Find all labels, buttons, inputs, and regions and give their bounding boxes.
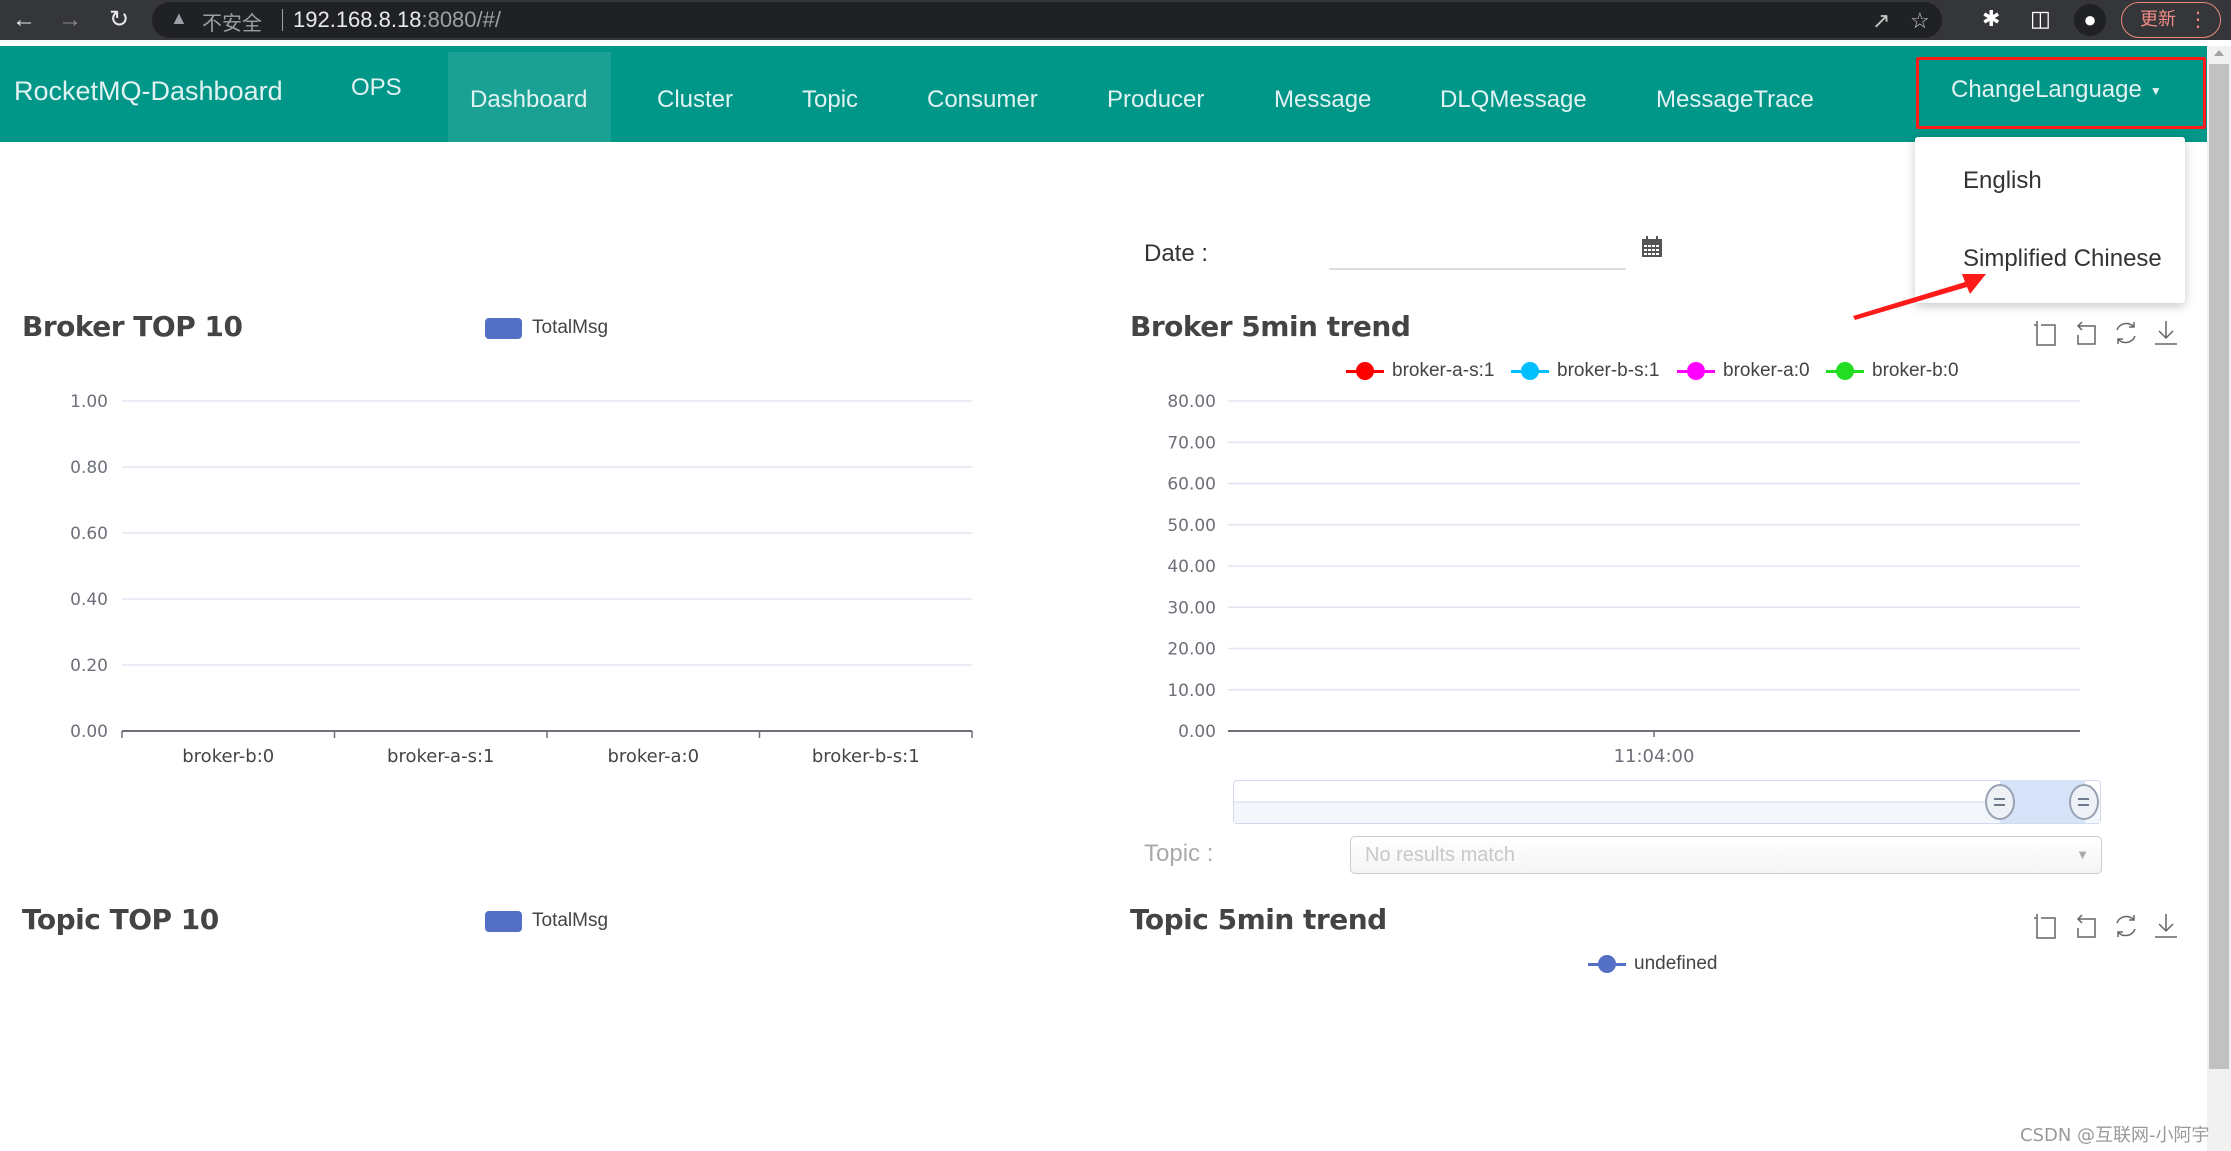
scrollbar-thumb[interactable] [2209, 64, 2229, 1069]
save-image-icon[interactable] [2153, 320, 2179, 346]
y-tick-label: 1.00 [70, 392, 108, 412]
topic-top10-title: Topic TOP 10 [22, 903, 219, 936]
restore-icon[interactable] [2113, 320, 2139, 346]
change-language-label: ChangeLanguage [1951, 76, 2142, 103]
save-image-icon[interactable] [2153, 913, 2179, 939]
zoom-icon[interactable] [2033, 913, 2059, 939]
x-tick-label: broker-b-s:1 [812, 746, 920, 767]
legend-swatch-icon [485, 910, 522, 932]
y-tick-label: 0.60 [70, 524, 108, 544]
y-tick-label: 60.00 [1167, 475, 1216, 495]
legend-swatch-icon [485, 317, 522, 339]
back-icon[interactable]: ← [8, 4, 40, 36]
legend-item[interactable]: TotalMsg [485, 317, 608, 339]
date-label: Date : [1144, 240, 1209, 267]
x-tick-label: broker-b:0 [182, 746, 274, 767]
broker-trend-toolbox [2033, 320, 2179, 346]
legend-label: TotalMsg [532, 317, 609, 338]
brand-logo[interactable]: RocketMQ-Dashboard [14, 76, 283, 107]
legend-label: TotalMsg [532, 910, 609, 931]
y-tick-label: 0.00 [1178, 722, 1216, 742]
navbar: RocketMQ-Dashboard OPS Dashboard Cluster… [0, 46, 2207, 142]
nav-messagetrace[interactable]: MessageTrace [1634, 52, 1836, 142]
broker-top10-chart: 0.00 0.20 0.40 0.60 0.80 1.00 broker-b:0 broker… [70, 392, 973, 767]
language-option-english[interactable]: English [1963, 167, 2042, 195]
broker-trend-title: Broker 5min trend [1130, 310, 1411, 343]
zoom-reset-icon[interactable] [2073, 913, 2099, 939]
annotation-arrow-icon [1853, 274, 1986, 320]
insecure-label: 不安全 [202, 11, 262, 35]
address-bar[interactable]: ▲ 不安全 192.168.8.18:8080/#/ ↗ ☆ [152, 2, 1942, 38]
update-label: 更新 [2140, 9, 2176, 30]
change-language-dropdown[interactable]: ChangeLanguage ▼ [1916, 57, 2206, 129]
y-tick-label: 40.00 [1167, 557, 1216, 577]
calendar-icon[interactable] [1641, 236, 1663, 258]
caret-down-icon: ▼ [2149, 83, 2162, 98]
url-text[interactable]: 192.168.8.18:8080/#/ [293, 7, 501, 33]
broker-top10-title: Broker TOP 10 [22, 310, 243, 343]
x-tick-label: 11:04:00 [1614, 746, 1695, 767]
datazoom-handle-right[interactable] [2069, 784, 2099, 820]
y-tick-label: 0.40 [70, 590, 108, 610]
y-tick-label: 0.20 [70, 656, 108, 676]
warning-icon: ▲ [170, 8, 188, 28]
legend-item[interactable]: TotalMsg [485, 910, 608, 932]
star-icon[interactable]: ☆ [1910, 8, 1930, 34]
x-tick-label: broker-a-s:1 [387, 746, 494, 767]
caret-down-icon: ▼ [2076, 847, 2089, 862]
divider [282, 9, 283, 31]
topic-trend-toolbox [2033, 913, 2179, 939]
y-tick-label: 20.00 [1167, 640, 1216, 660]
broker-trend-chart: 0.00 10.00 20.00 30.00 40.00 50.00 60.00 70.00 8… [1167, 392, 2080, 767]
zoom-icon[interactable] [2033, 320, 2059, 346]
y-tick-label: 10.00 [1167, 681, 1216, 701]
legend-line-icon [1588, 954, 1626, 974]
legend-label: undefined [1634, 953, 1718, 974]
menu-icon: ⋮ [2188, 7, 2208, 31]
topic-trend-title: Topic 5min trend [1130, 903, 1387, 936]
restore-icon[interactable] [2113, 913, 2139, 939]
legend-item[interactable]: undefined [1588, 953, 1717, 975]
watermark: CSDN @互联网-小阿宇 [2020, 1125, 2210, 1146]
topic-select[interactable]: No results match ▼ [1350, 836, 2102, 874]
y-tick-label: 30.00 [1167, 598, 1216, 618]
nav-dlqmessage[interactable]: DLQMessage [1418, 52, 1609, 142]
nav-topic[interactable]: Topic [780, 52, 880, 142]
url-path: :8080/#/ [421, 7, 501, 32]
nav-consumer[interactable]: Consumer [905, 52, 1060, 142]
profile-icon[interactable]: ● [2074, 4, 2106, 36]
nav-cluster[interactable]: Cluster [635, 52, 755, 142]
nav-producer[interactable]: Producer [1085, 52, 1226, 142]
date-input[interactable] [1329, 232, 1626, 270]
nav-message[interactable]: Message [1252, 52, 1393, 142]
topic-label: Topic : [1144, 840, 1214, 867]
y-tick-label: 80.00 [1167, 392, 1216, 412]
datazoom-handle-left[interactable] [1985, 784, 2015, 820]
y-tick-label: 70.00 [1167, 433, 1216, 453]
forward-icon[interactable]: → [54, 4, 86, 36]
extensions-icon[interactable]: ✱ [1982, 6, 2000, 32]
browser-toolbar: ← → ↻ ▲ 不安全 192.168.8.18:8080/#/ ↗ ☆ ✱ ◫… [0, 0, 2231, 40]
topic-select-placeholder: No results match [1365, 844, 1516, 866]
y-tick-label: 0.00 [70, 722, 108, 742]
update-button[interactable]: 更新 ⋮ [2121, 2, 2221, 38]
datazoom-slider[interactable] [1233, 780, 2101, 824]
nav-dashboard[interactable]: Dashboard [448, 52, 611, 142]
url-host: 192.168.8.18 [293, 7, 422, 32]
x-tick-label: broker-a:0 [607, 746, 699, 767]
side-panel-icon[interactable]: ◫ [2030, 6, 2051, 32]
scroll-up-arrow-icon[interactable] [2214, 50, 2224, 56]
zoom-reset-icon[interactable] [2073, 320, 2099, 346]
reload-icon[interactable]: ↻ [103, 4, 135, 36]
page-scrollbar[interactable] [2207, 46, 2231, 1151]
share-icon[interactable]: ↗ [1872, 8, 1890, 34]
y-tick-label: 50.00 [1167, 516, 1216, 536]
nav-ops[interactable]: OPS [329, 52, 424, 142]
y-tick-label: 0.80 [70, 458, 108, 478]
